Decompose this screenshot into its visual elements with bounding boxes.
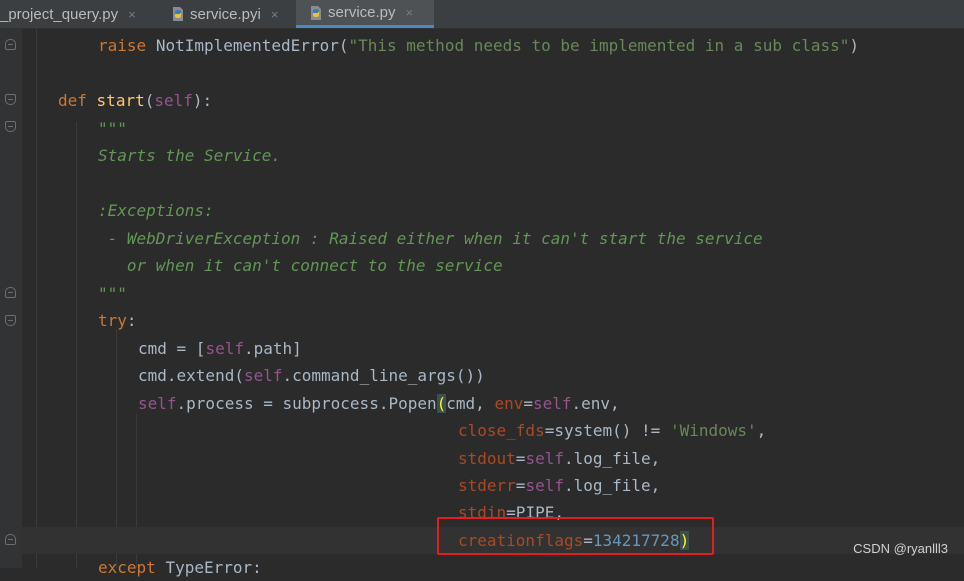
tab-service-py[interactable]: service.py × (296, 0, 434, 28)
fold-marker-icon[interactable] (5, 94, 16, 105)
code-token: close_fds (458, 421, 545, 440)
code-token: ( (436, 394, 447, 413)
code-line: :Exceptions: (98, 201, 214, 220)
fold-marker-icon[interactable] (5, 121, 16, 132)
code-token: "This method needs to be implemented in … (348, 36, 850, 55)
code-token: raise (98, 36, 147, 55)
code-line: stderr=self.log_file, (458, 472, 660, 499)
code-token: .log_file, (563, 449, 661, 468)
code-line: cmd.extend(self.command_line_args()) (138, 362, 485, 389)
code-token: self (525, 449, 564, 468)
code-token: self (243, 366, 283, 385)
tab-label: service.pyi (190, 5, 261, 23)
editor-gutter (0, 29, 22, 568)
tab-service-pyi[interactable]: service.pyi × (164, 0, 294, 28)
code-token: try (98, 311, 127, 330)
fold-marker-icon[interactable] (5, 534, 16, 545)
indent-guide (76, 122, 77, 568)
annotation-highlight-box (437, 517, 714, 555)
code-line: """ (98, 119, 127, 138)
code-token: cmd.extend( (138, 366, 244, 385)
close-tab-icon[interactable]: × (271, 7, 279, 22)
code-line: close_fds=system() != 'Windows', (458, 417, 766, 444)
code-token: 'Windows' (669, 421, 757, 440)
fold-marker-icon[interactable] (5, 315, 16, 326)
code-token: =system() != (544, 421, 670, 440)
code-token: cmd = [ (138, 339, 206, 358)
code-line: """ (98, 284, 127, 303)
python-file-icon (311, 5, 321, 20)
tab-label: service.py (328, 4, 396, 21)
code-token: = (515, 449, 526, 468)
code-line: Starts the Service. (98, 146, 282, 165)
tab-label: _project_query.py (0, 5, 119, 23)
code-token: .process = subprocess.Popen (176, 394, 437, 413)
code-token: : (126, 311, 137, 330)
code-token: .log_file, (563, 476, 661, 495)
tab-project-query-py[interactable]: _project_query.py × (0, 0, 157, 28)
code-token: self (154, 91, 193, 110)
code-token: start (96, 91, 145, 110)
code-token: NotImplementedError (155, 36, 339, 55)
python-stub-file-icon (173, 7, 183, 21)
watermark: CSDN @ryanlll3 (853, 541, 948, 556)
code-token: , (756, 421, 767, 440)
code-token: ): (192, 91, 213, 110)
code-line: def start(self): (58, 87, 212, 114)
close-tab-icon[interactable]: × (128, 7, 136, 22)
code-line: raise NotImplementedError("This method n… (98, 32, 859, 59)
code-line: self.process = subprocess.Popen(cmd, env… (138, 390, 620, 417)
code-token: stdout (458, 449, 516, 468)
code-token: ( (144, 91, 155, 110)
code-token: .command_line_args()) (282, 366, 485, 385)
code-token: env (494, 394, 524, 413)
indent-guide (36, 29, 37, 568)
code-line: stdout=self.log_file, (458, 445, 660, 472)
code-line: or when it can't connect to the service (98, 256, 503, 275)
code-line: try: (98, 307, 137, 334)
code-token: stderr (458, 476, 516, 495)
code-line: - WebDriverException : Raised either whe… (98, 229, 763, 248)
code-token: self (525, 476, 564, 495)
fold-marker-icon[interactable] (5, 287, 16, 298)
code-token: .env, (571, 394, 620, 413)
close-tab-icon[interactable]: × (406, 5, 414, 20)
code-token: .path] (243, 339, 302, 358)
code-token: def (58, 91, 87, 110)
editor-tab-bar: _project_query.py × service.pyi × servic… (0, 0, 964, 29)
code-token: = (523, 394, 533, 413)
code-token: self (138, 394, 177, 413)
code-token: self (205, 339, 244, 358)
code-token: self (532, 394, 572, 413)
fold-marker-icon[interactable] (5, 39, 16, 50)
code-line: cmd = [self.path] (138, 335, 302, 362)
code-editor[interactable]: raise NotImplementedError ( "This method n… (22, 29, 964, 577)
code-token: ) (849, 36, 860, 55)
code-token: = (515, 476, 526, 495)
code-token: cmd, (446, 394, 495, 413)
